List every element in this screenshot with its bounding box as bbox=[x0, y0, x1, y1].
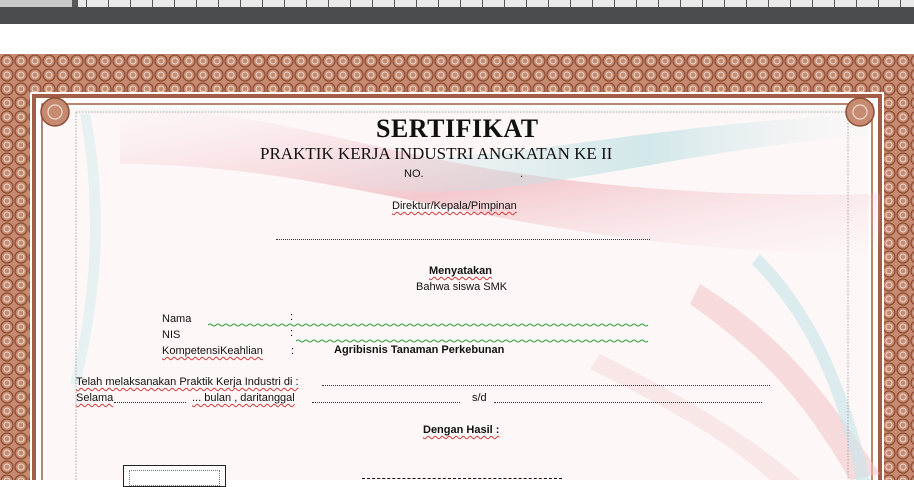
ruler-tick bbox=[548, 0, 549, 7]
ruler-margin bbox=[0, 0, 72, 7]
certificate-title: SERTIFIKAT bbox=[376, 114, 539, 143]
ruler-tick bbox=[416, 0, 417, 7]
number-end: . bbox=[520, 168, 524, 180]
ruler-tick bbox=[570, 0, 571, 7]
sd-text: s/d bbox=[472, 392, 487, 404]
ruler-tick bbox=[812, 0, 813, 7]
ruler-tick bbox=[262, 0, 263, 7]
ruler-tick bbox=[746, 0, 747, 7]
kompetensi-colon: : bbox=[291, 345, 295, 357]
ruler-tick bbox=[284, 0, 285, 7]
number-label: NO. bbox=[404, 168, 424, 180]
nama-label: Nama bbox=[162, 313, 192, 325]
ruler-tick bbox=[504, 0, 505, 7]
hasil-label: Dengan Hasil : bbox=[423, 424, 500, 436]
ruler-tick bbox=[438, 0, 439, 7]
ruler-tick bbox=[702, 0, 703, 7]
selama-line bbox=[114, 402, 186, 403]
certificate-subtitle: PRAKTIK KERJA INDUSTRI ANGKATAN KE II bbox=[260, 144, 613, 163]
ruler-tick bbox=[482, 0, 483, 7]
ruler-tick bbox=[856, 0, 857, 7]
ruler-tick bbox=[724, 0, 725, 7]
signature-line bbox=[362, 478, 562, 479]
photo-box-inner bbox=[129, 470, 220, 486]
ruler-tick bbox=[768, 0, 769, 7]
certificate-page: SERTIFIKAT PRAKTIK KERJA INDUSTRI ANGKAT… bbox=[0, 54, 914, 487]
ruler-tick bbox=[636, 0, 637, 7]
ruler-tick bbox=[306, 0, 307, 7]
telah-line bbox=[322, 385, 770, 386]
page-gap bbox=[0, 24, 914, 54]
ruler-tick bbox=[658, 0, 659, 7]
ruler-tick bbox=[350, 0, 351, 7]
ruler-tick bbox=[372, 0, 373, 7]
ruler-tick bbox=[394, 0, 395, 7]
dari-line bbox=[312, 402, 460, 403]
kompetensi-value: Agribisnis Tanaman Perkebunan bbox=[334, 344, 505, 356]
ruler-tick bbox=[790, 0, 791, 7]
ribbon-shadow bbox=[0, 7, 914, 24]
ruler-tick bbox=[130, 0, 131, 7]
ruler-tick bbox=[196, 0, 197, 7]
statement-sub: Bahwa siswa SMK bbox=[416, 281, 508, 293]
statement-title: Menyatakan bbox=[429, 265, 492, 277]
ruler-tick bbox=[152, 0, 153, 7]
ruler-tick bbox=[526, 0, 527, 7]
selama-label: Selama bbox=[76, 392, 114, 404]
ruler-tick bbox=[460, 0, 461, 7]
bulan-text: ... bulan , daritanggal bbox=[192, 392, 295, 404]
nama-colon: : bbox=[290, 311, 294, 323]
nis-input-line bbox=[296, 339, 649, 343]
telah-text: Telah melaksanakan Praktik Kerja Industr… bbox=[76, 376, 299, 388]
photo-box[interactable] bbox=[123, 465, 226, 487]
nis-label: NIS bbox=[162, 329, 181, 341]
ruler-tick bbox=[218, 0, 219, 7]
ruler[interactable] bbox=[0, 0, 914, 24]
ruler-tick bbox=[592, 0, 593, 7]
ruler-tick bbox=[680, 0, 681, 7]
ruler-tick bbox=[108, 0, 109, 7]
kompetensi-label: KompetensiKeahlian bbox=[162, 345, 263, 357]
sd-line bbox=[494, 402, 762, 403]
issuer-line bbox=[276, 239, 650, 240]
ruler-tick bbox=[834, 0, 835, 7]
ruler-tick bbox=[240, 0, 241, 7]
nis-colon: : bbox=[290, 327, 294, 339]
ruler-tick bbox=[328, 0, 329, 7]
nama-input-line bbox=[208, 323, 649, 327]
ruler-tick bbox=[900, 0, 901, 7]
ruler-tick bbox=[614, 0, 615, 7]
issuer-label: Direktur/Kepala/Pimpinan bbox=[392, 200, 517, 212]
ruler-track[interactable] bbox=[78, 0, 914, 7]
ruler-tick bbox=[86, 0, 87, 7]
ruler-tick bbox=[174, 0, 175, 7]
ruler-tick bbox=[878, 0, 879, 7]
